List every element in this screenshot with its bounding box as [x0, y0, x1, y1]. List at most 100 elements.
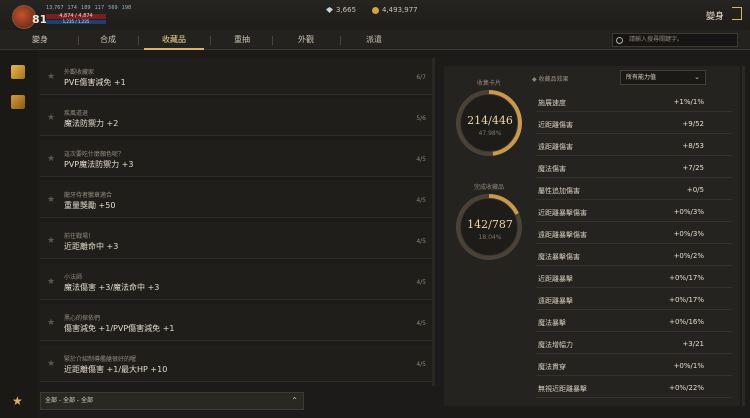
- cards-value: 214/446: [467, 114, 513, 127]
- collection-row[interactable]: ★ 緊於介紹制導艦艙很好的喔 近距離傷害 +1/最大HP +10 4/5: [40, 345, 432, 382]
- collection-row[interactable]: ★ 黑心的探依們 傷害減免 +1/PVP傷害減免 +1 4/5: [40, 304, 432, 341]
- diamond-count: 3,665: [336, 6, 357, 14]
- effect-value: +1%/1%: [673, 98, 704, 106]
- effect-label: 施展速度: [538, 99, 566, 107]
- sidebar: ★: [0, 51, 38, 418]
- tab-dispatch[interactable]: 派遣: [344, 30, 404, 50]
- tab-divider: [272, 36, 273, 45]
- collection-row[interactable]: ★ 前往戰場！ 近距離命中 +3 4/5: [40, 222, 432, 259]
- effect-value: +0%/1%: [673, 362, 704, 370]
- stat-value: 569: [108, 5, 118, 11]
- effect-row: 屬性追加傷害 +0/5: [536, 179, 732, 200]
- tab-divider: [138, 36, 139, 45]
- tab-transform[interactable]: 變身: [10, 30, 70, 50]
- tab-appearance[interactable]: 外觀: [276, 30, 336, 50]
- effect-label: 魔法暴擊傷害: [538, 253, 580, 261]
- effect-label: 魔法暴擊: [538, 319, 566, 327]
- effect-label: 魔法增幅力: [538, 341, 573, 349]
- collection-effect: PVP魔法防禦力 +3: [64, 160, 134, 169]
- search-icon[interactable]: [616, 37, 623, 44]
- card-book-icon[interactable]: [11, 65, 25, 79]
- effect-label: 近距離暴擊: [538, 275, 573, 283]
- exit-icon[interactable]: [732, 7, 742, 20]
- collection-effect: 近距離命中 +3: [64, 242, 119, 251]
- collection-effect: 重量獎勵 +50: [64, 201, 116, 210]
- collection-name: 緊於介紹制導艦艙很好的喔: [64, 356, 137, 363]
- collection-effect: 近距離傷害 +1/最大HP +10: [64, 365, 168, 374]
- effect-label: 遠距離暴擊傷害: [538, 231, 587, 239]
- star-icon[interactable]: ★: [47, 359, 55, 369]
- star-icon[interactable]: ★: [47, 236, 55, 246]
- stats-row: 13,767 174 189 117 569 198: [46, 5, 131, 11]
- effect-row: 魔法暴擊 +0%/16%: [536, 311, 732, 332]
- effects-scrollbar[interactable]: [742, 66, 745, 406]
- effect-row: 遠距離暴擊 +0%/17%: [536, 289, 732, 310]
- tab-compose[interactable]: 合成: [78, 30, 138, 50]
- effect-row: 近距離暴擊傷害 +0%/3%: [536, 201, 732, 222]
- effect-value: +0%/22%: [669, 384, 704, 392]
- effect-value: +0%/17%: [669, 296, 704, 304]
- collection-count: 4/5: [416, 238, 426, 245]
- effect-row: 魔法傷害 +7/25: [536, 157, 732, 178]
- effect-row: 遠距離暴擊傷害 +0%/3%: [536, 223, 732, 244]
- done-progress-ring: 142/787 18.04%: [456, 194, 522, 260]
- collection-book-icon[interactable]: [11, 95, 25, 109]
- collection-effect: PVE傷害減免 +1: [64, 78, 126, 87]
- mp-bar: 1,235 / 1,235: [46, 20, 106, 24]
- effect-value: +8/53: [682, 142, 704, 150]
- done-percent: 18.04%: [478, 234, 502, 241]
- effect-label: 遠距離暴擊: [538, 297, 573, 305]
- effect-value: +7/25: [682, 164, 704, 172]
- chevron-up-icon: ⌃: [291, 396, 298, 405]
- collection-effect: 魔法防禦力 +2: [64, 119, 119, 128]
- collection-name: 黑心的探依們: [64, 315, 101, 322]
- star-icon[interactable]: ★: [47, 72, 55, 82]
- gold-coin-icon: [372, 6, 379, 14]
- favorite-star-icon[interactable]: ★: [12, 394, 23, 408]
- effect-row: 近距離暴擊 +0%/17%: [536, 267, 732, 288]
- tab-redraw[interactable]: 重抽: [212, 30, 272, 50]
- collection-row[interactable]: ★ 外觀收藏家 PVE傷害減免 +1 6/7: [40, 58, 432, 95]
- effect-label: 近距離暴擊傷害: [538, 209, 587, 217]
- stat-value: 198: [121, 5, 132, 11]
- effect-row: 施展速度 +1%/1%: [536, 91, 732, 112]
- effect-label: 無視近距離暴擊: [538, 385, 587, 393]
- stats-panel: 收集卡片 214/446 47.98% 完成收藏品 142/787 18.04%…: [444, 66, 740, 406]
- star-icon[interactable]: ★: [47, 195, 55, 205]
- effect-label: 魔法傷害: [538, 165, 566, 173]
- gold-currency: 4,493,977: [372, 6, 418, 14]
- effect-row: 無視近距離暴擊 +0%/22%: [536, 377, 732, 398]
- list-scrollbar[interactable]: [432, 58, 435, 386]
- effect-label: 近距離傷害: [538, 121, 573, 129]
- collection-row[interactable]: ★ 疾風道退 魔法防禦力 +2 5/6: [40, 99, 432, 136]
- ability-filter-dropdown[interactable]: 所有能力值 ⌄: [620, 70, 706, 85]
- stat-value: 189: [81, 5, 91, 11]
- star-icon[interactable]: ★: [47, 277, 55, 287]
- cards-percent: 47.98%: [478, 130, 502, 137]
- ring-inner: 142/787 18.04%: [460, 198, 518, 256]
- collection-name: 小法師: [64, 274, 83, 281]
- effects-title: ◆ 收藏品效果: [532, 74, 569, 83]
- top-bar: 81 13,767 174 189 117 569 198 4,874 / 4,…: [0, 0, 750, 30]
- effect-row: 遠距離傷害 +8/53: [536, 135, 732, 156]
- done-value: 142/787: [467, 218, 513, 231]
- collection-row[interactable]: ★ 龍牙侍者徽章適合 重量獎勵 +50 4/5: [40, 181, 432, 218]
- star-icon[interactable]: ★: [47, 318, 55, 328]
- collection-row[interactable]: ★ 小法師 魔法傷害 +3/魔法命中 +3 4/5: [40, 263, 432, 300]
- effect-row: 魔法貫穿 +0%/1%: [536, 355, 732, 376]
- stat-value: 117: [94, 5, 105, 11]
- effect-value: +0/5: [686, 186, 704, 194]
- star-icon[interactable]: ★: [47, 154, 55, 164]
- collection-row[interactable]: ★ 這次要吃什麼顏色呢？ PVP魔法防禦力 +3 4/5: [40, 140, 432, 177]
- tab-collection[interactable]: 收藏品: [144, 30, 204, 50]
- filter-dropdown[interactable]: 全部 - 全部 - 全部 ⌃: [40, 392, 304, 410]
- search-input[interactable]: 請輸入搜尋關鍵字。: [612, 33, 738, 47]
- ring-inner: 214/446 47.98%: [460, 94, 518, 152]
- star-icon[interactable]: ★: [47, 113, 55, 123]
- effect-row: 魔法暴擊傷害 +0%/2%: [536, 245, 732, 266]
- effect-value: +0%/17%: [669, 274, 704, 282]
- effect-label: 遠距離傷害: [538, 143, 573, 151]
- cards-progress-ring: 214/446 47.98%: [456, 90, 522, 156]
- collection-list: ★ 外觀收藏家 PVE傷害減免 +1 6/7 ★ 疾風道退 魔法防禦力 +2 5…: [40, 58, 432, 386]
- collection-count: 6/7: [416, 74, 426, 81]
